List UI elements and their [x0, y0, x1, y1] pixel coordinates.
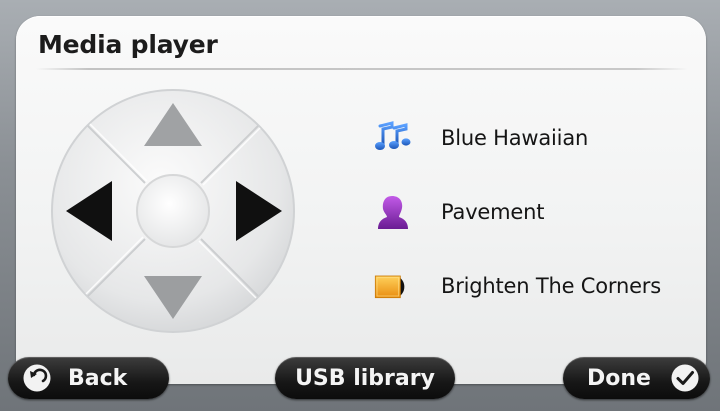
- track-album-label: Brighten The Corners: [441, 274, 661, 298]
- direction-pad-graphic: [51, 89, 295, 333]
- back-button[interactable]: Back: [8, 357, 169, 399]
- track-item-album[interactable]: Brighten The Corners: [372, 264, 692, 308]
- now-playing-list: Blue Hawaiian Pavement Brighten The Corn…: [372, 116, 692, 338]
- back-button-label: Back: [68, 365, 128, 391]
- track-item-song[interactable]: Blue Hawaiian: [372, 116, 692, 160]
- checkmark-icon: [671, 364, 699, 392]
- page-title: Media player: [38, 30, 218, 59]
- track-item-artist[interactable]: Pavement: [372, 190, 692, 234]
- dpad-center[interactable]: [136, 174, 210, 248]
- usb-library-button-label: USB library: [295, 365, 435, 391]
- title-divider: [36, 68, 688, 70]
- track-song-label: Blue Hawaiian: [441, 126, 589, 150]
- track-artist-label: Pavement: [441, 200, 545, 224]
- album-cd-icon: [372, 266, 412, 306]
- direction-pad: [50, 88, 296, 334]
- done-button[interactable]: Done: [563, 357, 710, 399]
- artist-silhouette-icon: [372, 192, 412, 232]
- done-button-label: Done: [587, 365, 651, 391]
- back-arrow-icon: [23, 364, 51, 392]
- music-notes-icon: [372, 118, 412, 158]
- usb-library-button[interactable]: USB library: [275, 357, 455, 399]
